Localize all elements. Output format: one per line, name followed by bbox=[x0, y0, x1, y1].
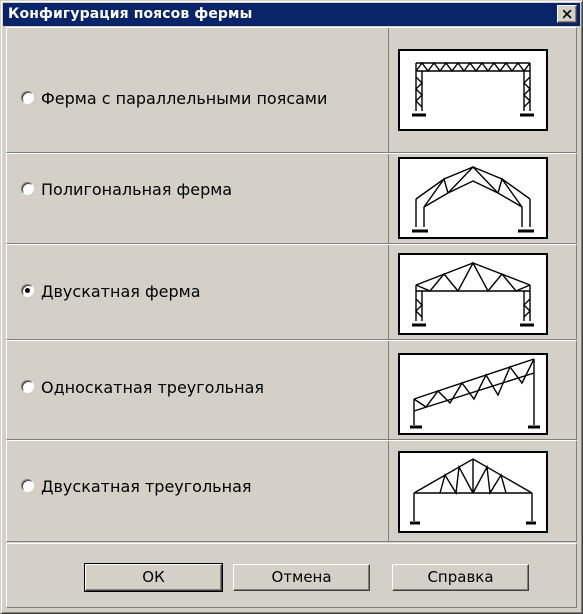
option-label-gable: Двускатная ферма bbox=[41, 282, 201, 301]
button-bar: ОК Отмена Справка bbox=[6, 543, 577, 608]
help-button[interactable]: Справка bbox=[392, 564, 529, 591]
option-polygonal[interactable]: Полигональная ферма bbox=[6, 153, 577, 244]
radio-selected-dot bbox=[25, 288, 30, 293]
gable-truss-icon bbox=[398, 253, 548, 335]
polygonal-truss-icon bbox=[398, 157, 548, 239]
close-button[interactable] bbox=[557, 5, 577, 23]
gable-triangular-truss-icon bbox=[398, 451, 548, 533]
option-label-polygonal: Полигональная ферма bbox=[41, 180, 233, 199]
parallel-chord-truss-icon bbox=[398, 49, 548, 131]
radio-polygonal[interactable] bbox=[21, 182, 34, 195]
ok-button[interactable]: ОК bbox=[84, 563, 223, 592]
option-gable-triangular[interactable]: Двускатная треугольная bbox=[6, 440, 577, 542]
radio-parallel-chords[interactable] bbox=[21, 91, 34, 104]
radio-gable[interactable] bbox=[21, 284, 34, 297]
radio-gable-triangular[interactable] bbox=[21, 479, 34, 492]
cancel-button[interactable]: Отмена bbox=[233, 564, 370, 591]
close-icon bbox=[563, 10, 572, 19]
truss-chord-config-dialog: Конфигурация поясов фермы Ферма с паралл… bbox=[0, 0, 583, 614]
option-label-gable-triangular: Двускатная треугольная bbox=[41, 477, 252, 496]
option-label-parallel-chords: Ферма с параллельными поясами bbox=[41, 89, 328, 108]
window-title: Конфигурация поясов фермы bbox=[8, 6, 253, 22]
truss-options-group: Ферма с параллельными поясами Полигональ… bbox=[6, 27, 577, 542]
option-mono-pitch-triangular[interactable]: Односкатная треугольная bbox=[6, 340, 577, 440]
title-bar[interactable]: Конфигурация поясов фермы bbox=[3, 3, 580, 26]
mono-pitch-triangular-truss-icon bbox=[398, 353, 548, 435]
option-label-mono-pitch-triangular: Односкатная треугольная bbox=[41, 378, 264, 397]
option-gable[interactable]: Двускатная ферма bbox=[6, 244, 577, 340]
option-parallel-chords[interactable]: Ферма с параллельными поясами bbox=[6, 27, 577, 153]
radio-mono-pitch-triangular[interactable] bbox=[21, 380, 34, 393]
